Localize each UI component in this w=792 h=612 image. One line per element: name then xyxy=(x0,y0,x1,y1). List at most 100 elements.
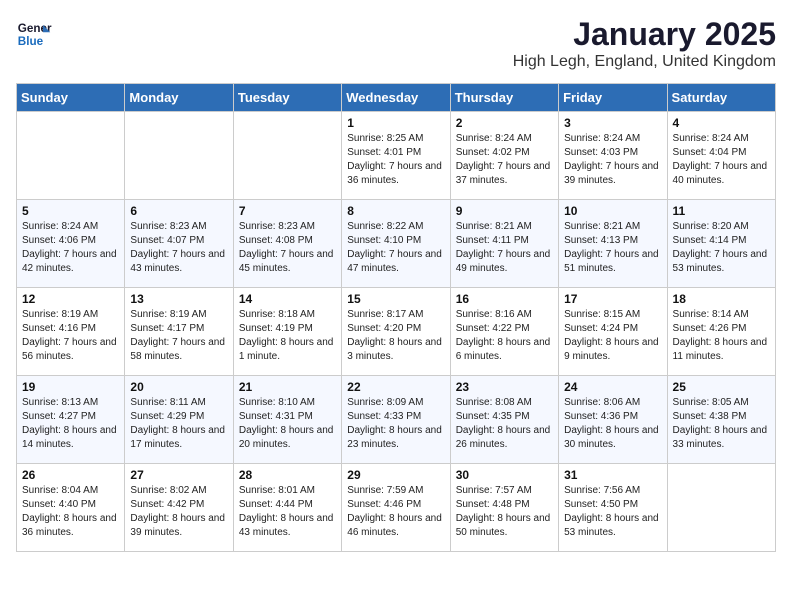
calendar-cell: 26Sunrise: 8:04 AM Sunset: 4:40 PM Dayli… xyxy=(17,464,125,552)
calendar-cell xyxy=(667,464,775,552)
calendar-cell: 31 Sunrise: 7:56 AM Sunset: 4:50 PM Dayli… xyxy=(559,464,667,552)
day-info: Sunrise: 8:23 AM Sunset: 4:07 PM Dayligh… xyxy=(130,220,227,276)
day-info: Sunrise: 7:57 AM Sunset: 4:48 PM Dayligh… xyxy=(456,484,553,540)
day-number: 11 xyxy=(673,204,770,218)
calendar-cell: 2Sunrise: 8:24 AM Sunset: 4:02 PM Daylig… xyxy=(450,112,558,200)
calendar-cell xyxy=(233,112,341,200)
logo-icon: General Blue xyxy=(16,16,52,52)
day-info: Sunrise: 8:24 AM Sunset: 4:03 PM Dayligh… xyxy=(564,132,661,188)
calendar-week-row: 1Sunrise: 8:25 AM Sunset: 4:01 PM Daylig… xyxy=(17,112,776,200)
day-info: Sunrise: 8:25 AM Sunset: 4:01 PM Dayligh… xyxy=(347,132,444,188)
calendar-cell: 14Sunrise: 8:18 AM Sunset: 4:19 PM Dayli… xyxy=(233,288,341,376)
calendar-cell: 11Sunrise: 8:20 AM Sunset: 4:14 PM Dayli… xyxy=(667,200,775,288)
day-number: 3 xyxy=(564,116,661,130)
day-info: Sunrise: 8:19 AM Sunset: 4:17 PM Dayligh… xyxy=(130,308,227,364)
day-info: Sunrise: 8:11 AM Sunset: 4:29 PM Dayligh… xyxy=(130,396,227,452)
day-info: Sunrise: 7:59 AM Sunset: 4:46 PM Dayligh… xyxy=(347,484,444,540)
day-info: Sunrise: 8:09 AM Sunset: 4:33 PM Dayligh… xyxy=(347,396,444,452)
day-number: 21 xyxy=(239,380,336,394)
weekday-header: Tuesday xyxy=(233,84,341,112)
page-header: General Blue January 2025 High Legh, Eng… xyxy=(16,16,776,71)
day-info: Sunrise: 8:04 AM Sunset: 4:40 PM Dayligh… xyxy=(22,484,119,540)
day-number: 17 xyxy=(564,292,661,306)
calendar-cell: 5 Sunrise: 8:24 AM Sunset: 4:06 PM Daylig… xyxy=(17,200,125,288)
day-info: Sunrise: 8:24 AM Sunset: 4:04 PM Dayligh… xyxy=(673,132,770,188)
day-number: 24 xyxy=(564,380,661,394)
weekday-header-row: SundayMondayTuesdayWednesdayThursdayFrid… xyxy=(17,84,776,112)
calendar-cell: 12 Sunrise: 8:19 AM Sunset: 4:16 PM Dayli… xyxy=(17,288,125,376)
calendar-week-row: 5 Sunrise: 8:24 AM Sunset: 4:06 PM Daylig… xyxy=(17,200,776,288)
day-info: Sunrise: 7:56 AM Sunset: 4:50 PM Dayligh… xyxy=(564,484,661,540)
title-block: January 2025 High Legh, England, United … xyxy=(513,16,776,71)
day-number: 28 xyxy=(239,468,336,482)
day-info: Sunrise: 8:22 AM Sunset: 4:10 PM Dayligh… xyxy=(347,220,444,276)
day-number: 27 xyxy=(130,468,227,482)
day-info: Sunrise: 8:02 AM Sunset: 4:42 PM Dayligh… xyxy=(130,484,227,540)
day-number: 30 xyxy=(456,468,553,482)
day-info: Sunrise: 8:24 AM Sunset: 4:06 PM Dayligh… xyxy=(22,220,119,276)
calendar-cell: 13 Sunrise: 8:19 AM Sunset: 4:17 PM Dayli… xyxy=(125,288,233,376)
day-info: Sunrise: 8:10 AM Sunset: 4:31 PM Dayligh… xyxy=(239,396,336,452)
day-number: 4 xyxy=(673,116,770,130)
calendar-cell: 17 Sunrise: 8:15 AM Sunset: 4:24 PM Dayli… xyxy=(559,288,667,376)
day-number: 31 xyxy=(564,468,661,482)
calendar-cell: 7Sunrise: 8:23 AM Sunset: 4:08 PM Daylig… xyxy=(233,200,341,288)
day-info: Sunrise: 8:14 AM Sunset: 4:26 PM Dayligh… xyxy=(673,308,770,364)
weekday-header: Sunday xyxy=(17,84,125,112)
day-info: Sunrise: 8:08 AM Sunset: 4:35 PM Dayligh… xyxy=(456,396,553,452)
weekday-header: Monday xyxy=(125,84,233,112)
calendar-cell xyxy=(17,112,125,200)
calendar-cell: 19 Sunrise: 8:13 AM Sunset: 4:27 PM Dayli… xyxy=(17,376,125,464)
day-number: 13 xyxy=(130,292,227,306)
weekday-header: Saturday xyxy=(667,84,775,112)
day-info: Sunrise: 8:19 AM Sunset: 4:16 PM Dayligh… xyxy=(22,308,119,364)
calendar-cell: 30 Sunrise: 7:57 AM Sunset: 4:48 PM Dayli… xyxy=(450,464,558,552)
day-number: 23 xyxy=(456,380,553,394)
day-info: Sunrise: 8:16 AM Sunset: 4:22 PM Dayligh… xyxy=(456,308,553,364)
day-number: 5 xyxy=(22,204,119,218)
calendar-cell: 20 Sunrise: 8:11 AM Sunset: 4:29 PM Dayli… xyxy=(125,376,233,464)
day-number: 22 xyxy=(347,380,444,394)
day-number: 12 xyxy=(22,292,119,306)
calendar-cell: 4 Sunrise: 8:24 AM Sunset: 4:04 PM Daylig… xyxy=(667,112,775,200)
calendar-cell: 25Sunrise: 8:05 AM Sunset: 4:38 PM Dayli… xyxy=(667,376,775,464)
day-number: 14 xyxy=(239,292,336,306)
day-info: Sunrise: 8:23 AM Sunset: 4:08 PM Dayligh… xyxy=(239,220,336,276)
day-number: 6 xyxy=(130,204,227,218)
weekday-header: Wednesday xyxy=(342,84,450,112)
calendar-week-row: 12 Sunrise: 8:19 AM Sunset: 4:16 PM Dayli… xyxy=(17,288,776,376)
day-number: 16 xyxy=(456,292,553,306)
calendar-cell: 23 Sunrise: 8:08 AM Sunset: 4:35 PM Dayli… xyxy=(450,376,558,464)
day-info: Sunrise: 8:01 AM Sunset: 4:44 PM Dayligh… xyxy=(239,484,336,540)
calendar-cell: 27 Sunrise: 8:02 AM Sunset: 4:42 PM Dayli… xyxy=(125,464,233,552)
calendar-cell: 15Sunrise: 8:17 AM Sunset: 4:20 PM Dayli… xyxy=(342,288,450,376)
calendar-cell: 3 Sunrise: 8:24 AM Sunset: 4:03 PM Daylig… xyxy=(559,112,667,200)
calendar-cell: 6 Sunrise: 8:23 AM Sunset: 4:07 PM Daylig… xyxy=(125,200,233,288)
day-number: 29 xyxy=(347,468,444,482)
day-number: 19 xyxy=(22,380,119,394)
calendar-cell: 22 Sunrise: 8:09 AM Sunset: 4:33 PM Dayli… xyxy=(342,376,450,464)
logo: General Blue xyxy=(16,16,52,52)
calendar-cell: 24 Sunrise: 8:06 AM Sunset: 4:36 PM Dayli… xyxy=(559,376,667,464)
svg-text:Blue: Blue xyxy=(18,35,44,48)
calendar-cell: 16 Sunrise: 8:16 AM Sunset: 4:22 PM Dayli… xyxy=(450,288,558,376)
calendar-cell: 8 Sunrise: 8:22 AM Sunset: 4:10 PM Daylig… xyxy=(342,200,450,288)
day-info: Sunrise: 8:06 AM Sunset: 4:36 PM Dayligh… xyxy=(564,396,661,452)
day-info: Sunrise: 8:21 AM Sunset: 4:13 PM Dayligh… xyxy=(564,220,661,276)
day-number: 9 xyxy=(456,204,553,218)
calendar-cell: 28 Sunrise: 8:01 AM Sunset: 4:44 PM Dayli… xyxy=(233,464,341,552)
day-info: Sunrise: 8:13 AM Sunset: 4:27 PM Dayligh… xyxy=(22,396,119,452)
calendar-cell: 9Sunrise: 8:21 AM Sunset: 4:11 PM Daylig… xyxy=(450,200,558,288)
day-number: 2 xyxy=(456,116,553,130)
day-info: Sunrise: 8:15 AM Sunset: 4:24 PM Dayligh… xyxy=(564,308,661,364)
calendar-cell: 21 Sunrise: 8:10 AM Sunset: 4:31 PM Dayli… xyxy=(233,376,341,464)
svg-text:General: General xyxy=(18,22,52,35)
day-number: 20 xyxy=(130,380,227,394)
calendar-cell: 10Sunrise: 8:21 AM Sunset: 4:13 PM Dayli… xyxy=(559,200,667,288)
weekday-header: Friday xyxy=(559,84,667,112)
day-number: 8 xyxy=(347,204,444,218)
calendar-week-row: 19 Sunrise: 8:13 AM Sunset: 4:27 PM Dayli… xyxy=(17,376,776,464)
day-number: 25 xyxy=(673,380,770,394)
location-title: High Legh, England, United Kingdom xyxy=(513,53,776,71)
day-number: 18 xyxy=(673,292,770,306)
